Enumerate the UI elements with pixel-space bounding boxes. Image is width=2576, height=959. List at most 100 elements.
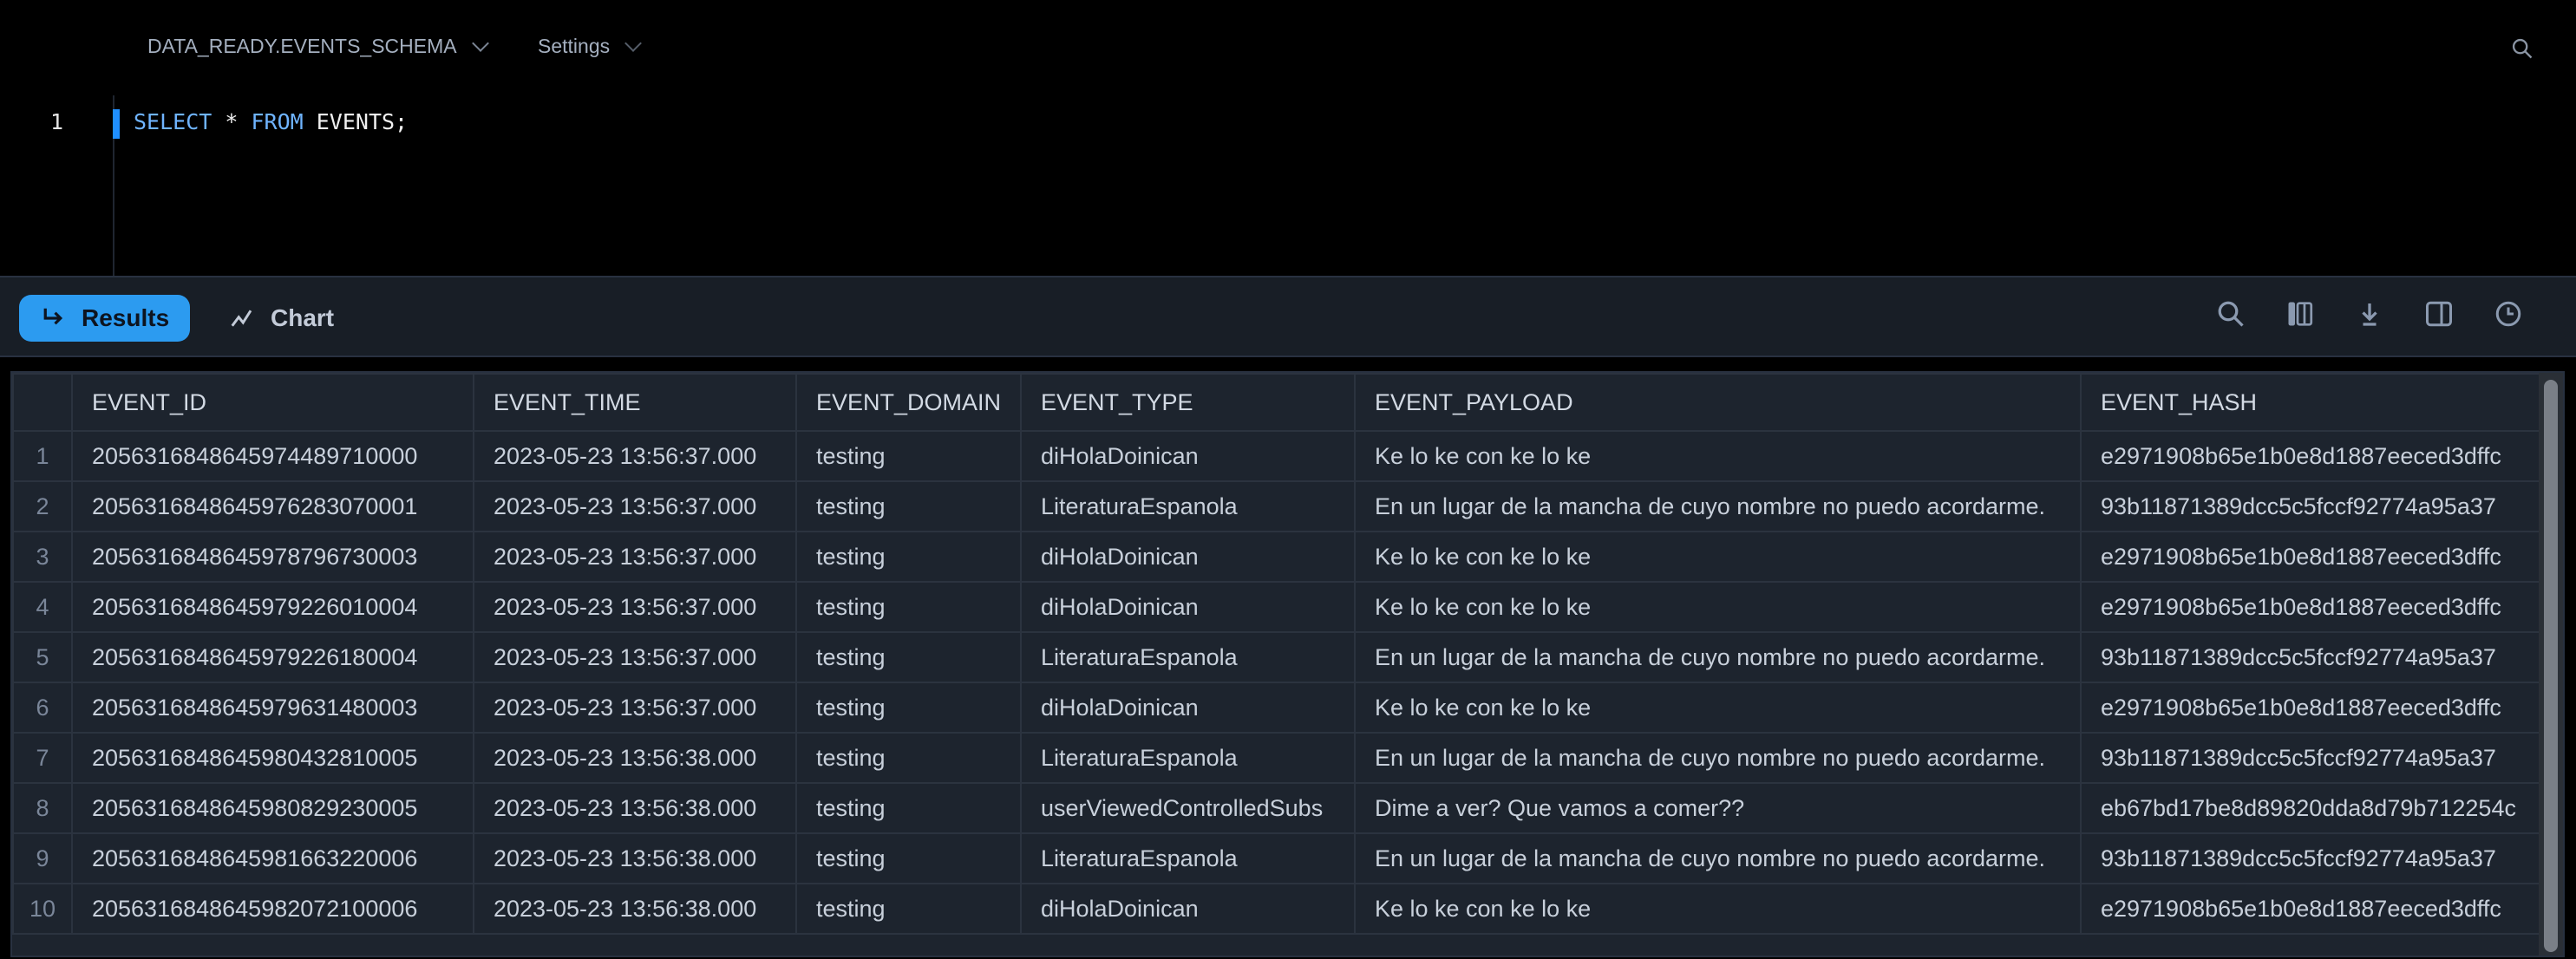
column-header-event-payload[interactable]: EVENT_PAYLOAD	[1353, 373, 2082, 432]
table-cell[interactable]: 93b11871389dcc5c5fccf92774a95a37	[2079, 631, 2563, 683]
download-icon[interactable]	[2354, 298, 2385, 329]
table-cell[interactable]: diHolaDoinican	[1020, 531, 1356, 583]
table-cell[interactable]: 2023-05-23 13:56:37.000	[472, 531, 797, 583]
column-header-event-time[interactable]: EVENT_TIME	[472, 373, 797, 432]
table-cell[interactable]: Dime a ver? Que vamos a comer??	[1353, 782, 2082, 834]
table-cell[interactable]: En un lugar de la mancha de cuyo nombre …	[1353, 732, 2082, 784]
tab-results[interactable]: Results	[19, 295, 191, 342]
table-row[interactable]: 7 2056316848645980432810005 2023-05-23 13:…	[12, 732, 2563, 784]
row-number[interactable]: 7	[12, 732, 73, 784]
table-cell[interactable]: testing	[794, 732, 1023, 784]
history-clock-icon[interactable]	[2493, 298, 2524, 329]
schema-selector[interactable]: DATA_READY.EVENTS_SCHEMA	[147, 34, 489, 58]
sql-code[interactable]: SELECT * FROM EVENTS;	[134, 109, 408, 134]
table-cell[interactable]: En un lugar de la mancha de cuyo nombre …	[1353, 832, 2082, 884]
table-row[interactable]: 1 205631684864597448971000​0 2023-05-23 13…	[12, 430, 2563, 482]
table-cell[interactable]: e2971908b65e1b0e8d1887eeced3dffc	[2079, 531, 2563, 583]
search-icon[interactable]	[2215, 298, 2246, 329]
table-row[interactable]: 5 2056316848645979226180004 2023-05-23 13:…	[12, 631, 2563, 683]
table-row[interactable]: 2 2056316848645976283070001 2023-05-23 13:…	[12, 480, 2563, 532]
search-icon[interactable]	[2510, 36, 2534, 61]
table-cell[interactable]: 93b11871389dcc5c5fccf92774a95a37	[2079, 832, 2563, 884]
row-number[interactable]: 1	[12, 430, 73, 482]
table-cell[interactable]: 2056316848645980829230005	[70, 782, 474, 834]
table-row[interactable]: 9 2056316848645981663220006 2023-05-23 13:…	[12, 832, 2563, 884]
table-cell[interactable]: Ke lo ke con ke lo ke	[1353, 531, 2082, 583]
table-cell[interactable]: testing	[794, 480, 1023, 532]
table-cell[interactable]: testing	[794, 581, 1023, 633]
table-cell[interactable]: 2056316848645979226010004	[70, 581, 474, 633]
table-cell[interactable]: 93b11871389dcc5c5fccf92774a95a37	[2079, 732, 2563, 784]
table-cell[interactable]: 2023-05-23 13:56:37.000	[472, 682, 797, 734]
table-cell[interactable]: 2056316848645976283070001	[70, 480, 474, 532]
table-cell[interactable]: e2971908b65e1b0e8d1887eeced3dffc	[2079, 682, 2563, 734]
row-number[interactable]: 5	[12, 631, 73, 683]
table-cell[interactable]: 2023-05-23 13:56:37.000	[472, 631, 797, 683]
table-cell[interactable]: 2023-05-23 13:56:37.000	[472, 581, 797, 633]
table-cell[interactable]: testing	[794, 832, 1023, 884]
table-cell[interactable]: 2023-05-23 13:56:38.000	[472, 732, 797, 784]
table-cell[interactable]: e2971908b65e1b0e8d1887eeced3dffc	[2079, 581, 2563, 633]
table-cell[interactable]: testing	[794, 430, 1023, 482]
table-cell[interactable]: testing	[794, 631, 1023, 683]
table-cell[interactable]: Ke lo ke con ke lo ke	[1353, 430, 2082, 482]
row-number[interactable]: 4	[12, 581, 73, 633]
table-row[interactable]: 4 2056316848645979226010004 2023-05-23 13:…	[12, 581, 2563, 633]
table-cell[interactable]: LiteraturaEspanola	[1020, 480, 1356, 532]
table-cell[interactable]: testing	[794, 883, 1023, 935]
table-cell[interactable]: testing	[794, 782, 1023, 834]
table-cell[interactable]: 2023-05-23 13:56:37.000	[472, 430, 797, 482]
table-row[interactable]: 6 2056316848645979631480003 2023-05-23 13:…	[12, 682, 2563, 734]
sql-editor[interactable]: 1 SELECT * FROM EVENTS;	[0, 95, 2576, 276]
row-number[interactable]: 2	[12, 480, 73, 532]
table-row[interactable]: 10 2056316848645982072100006 2023-05-23 13…	[12, 883, 2563, 935]
table-cell[interactable]: Ke lo ke con ke lo ke	[1353, 581, 2082, 633]
column-header-event-id[interactable]: EVENT_ID	[70, 373, 474, 432]
column-header-event-domain[interactable]: EVENT_DOMAIN	[794, 373, 1023, 432]
row-number[interactable]: 6	[12, 682, 73, 734]
table-cell[interactable]: 2056316848645982072100006	[70, 883, 474, 935]
table-cell[interactable]: Ke lo ke con ke lo ke	[1353, 883, 2082, 935]
table-row[interactable]: 3 2056316848645978796730003 2023-05-23 13:…	[12, 531, 2563, 583]
table-cell[interactable]: userViewedControlledSubs	[1020, 782, 1356, 834]
scrollbar-thumb[interactable]	[2544, 380, 2558, 952]
side-panel-icon[interactable]	[2423, 298, 2455, 329]
table-cell[interactable]: 2023-05-23 13:56:37.000	[472, 480, 797, 532]
table-cell[interactable]: diHolaDoinican	[1020, 682, 1356, 734]
row-number[interactable]: 3	[12, 531, 73, 583]
table-cell[interactable]: LiteraturaEspanola	[1020, 732, 1356, 784]
table-cell[interactable]: e2971908b65e1b0e8d1887eeced3dffc	[2079, 883, 2563, 935]
table-cell[interactable]: 2056316848645978796730003	[70, 531, 474, 583]
tab-chart[interactable]: Chart	[208, 295, 355, 342]
table-cell[interactable]: 2023-05-23 13:56:38.000	[472, 782, 797, 834]
settings-dropdown[interactable]: Settings	[538, 34, 643, 58]
row-number[interactable]: 10	[12, 883, 73, 935]
column-header-event-hash[interactable]: EVENT_HASH	[2079, 373, 2563, 432]
table-cell[interactable]: LiteraturaEspanola	[1020, 631, 1356, 683]
table-cell[interactable]: 2056316848645979226180004	[70, 631, 474, 683]
table-cell[interactable]: 93b11871389dcc5c5fccf92774a95a37	[2079, 480, 2563, 532]
row-number[interactable]: 8	[12, 782, 73, 834]
table-cell[interactable]: eb67bd17be8d89820dda8d79b712254c	[2079, 782, 2563, 834]
table-row[interactable]: 8 2056316848645980829230005 2023-05-23 13:…	[12, 782, 2563, 834]
table-cell[interactable]: diHolaDoinican	[1020, 883, 1356, 935]
table-cell[interactable]: 2056316848645980432810005	[70, 732, 474, 784]
columns-icon[interactable]	[2285, 298, 2316, 329]
table-cell[interactable]: 2056316848645981663220006	[70, 832, 474, 884]
table-cell[interactable]: diHolaDoinican	[1020, 430, 1356, 482]
table-cell[interactable]: En un lugar de la mancha de cuyo nombre …	[1353, 631, 2082, 683]
table-cell[interactable]: En un lugar de la mancha de cuyo nombre …	[1353, 480, 2082, 532]
table-cell[interactable]: diHolaDoinican	[1020, 581, 1356, 633]
table-cell[interactable]: 205631684864597448971000​0	[70, 430, 474, 482]
row-number[interactable]: 9	[12, 832, 73, 884]
table-cell[interactable]: LiteraturaEspanola	[1020, 832, 1356, 884]
column-header-event-type[interactable]: EVENT_TYPE	[1020, 373, 1356, 432]
table-cell[interactable]: testing	[794, 682, 1023, 734]
table-cell[interactable]: 2023-05-23 13:56:38.000	[472, 883, 797, 935]
table-cell[interactable]: e2971908b65e1b0e8d1887eeced3dffc	[2079, 430, 2563, 482]
table-cell[interactable]: 2023-05-23 13:56:38.000	[472, 832, 797, 884]
table-cell[interactable]: testing	[794, 531, 1023, 583]
table-cell[interactable]: Ke lo ke con ke lo ke	[1353, 682, 2082, 734]
vertical-scrollbar[interactable]	[2539, 373, 2563, 956]
table-cell[interactable]: 2056316848645979631480003	[70, 682, 474, 734]
